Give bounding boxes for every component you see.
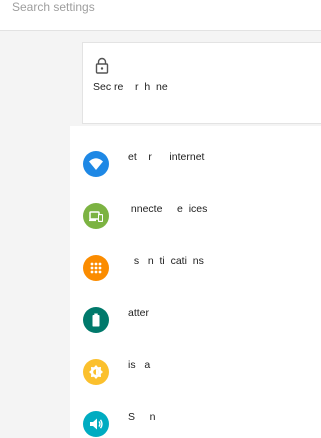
settings-item-label: et r internet — [128, 151, 205, 163]
settings-list: et r internet nnecte e ices s n ti cati … — [70, 126, 321, 438]
settings-item-network[interactable]: et r internet — [70, 126, 321, 178]
settings-item-label: nnecte e ices — [128, 203, 208, 215]
settings-item-battery[interactable]: atter — [70, 282, 321, 334]
settings-item-label: is a — [128, 359, 151, 371]
settings-item-label: s n ti cati ns — [128, 255, 204, 267]
volume-icon — [83, 411, 109, 437]
settings-item-sound[interactable]: S n — [70, 386, 321, 438]
secure-phone-card[interactable]: Sec re r h ne — [82, 42, 321, 124]
devices-icon — [83, 203, 109, 229]
secure-phone-text: Sec re r h ne — [93, 81, 168, 93]
lock-icon — [95, 57, 109, 74]
battery-icon — [83, 307, 109, 333]
settings-item-connected-devices[interactable]: nnecte e ices — [70, 178, 321, 230]
settings-item-label: S n — [128, 411, 156, 423]
settings-item-apps-notifications[interactable]: s n ti cati ns — [70, 230, 321, 282]
apps-grid-icon — [83, 255, 109, 281]
settings-item-display[interactable]: is a — [70, 334, 321, 386]
wifi-icon — [83, 151, 109, 177]
settings-item-label: atter — [128, 307, 150, 319]
search-placeholder[interactable]: Search settings — [12, 0, 95, 14]
brightness-icon — [83, 359, 109, 385]
search-bar[interactable]: Search settings — [0, 0, 321, 31]
